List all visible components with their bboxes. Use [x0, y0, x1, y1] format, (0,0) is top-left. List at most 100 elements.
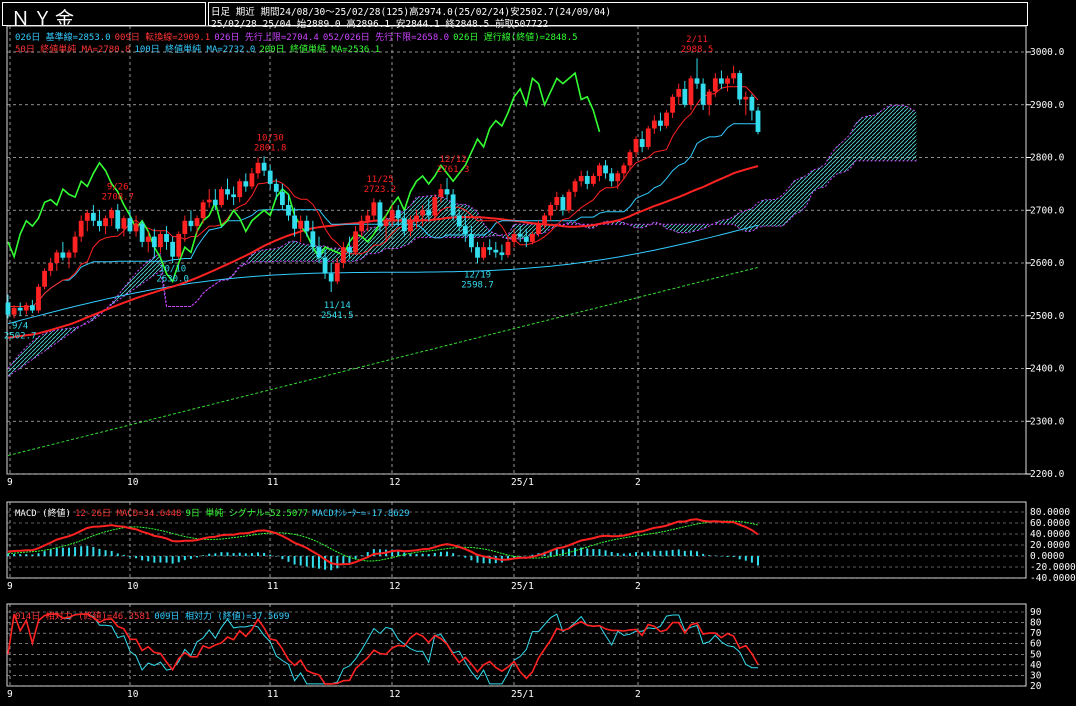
rsi14-line — [7, 613, 759, 685]
candle-body — [109, 210, 115, 219]
macd-tick-label: 80.0000 — [1030, 507, 1070, 518]
candle-body — [536, 223, 541, 234]
annotation-value: 2708.7 — [101, 193, 134, 203]
candle-body — [548, 204, 554, 216]
candle-body — [682, 88, 688, 105]
x-tick-label: 2 — [635, 689, 641, 700]
candle-body — [212, 199, 218, 205]
candle-body — [487, 247, 493, 250]
y-tick-label: 2500.0 — [1030, 311, 1065, 322]
candle-body — [255, 162, 261, 174]
candle-body — [719, 78, 724, 84]
candle-body — [188, 220, 194, 227]
candle-body — [304, 220, 310, 232]
y-tick-label: 2800.0 — [1030, 153, 1065, 164]
macd-tick-label: 60.0000 — [1030, 518, 1070, 529]
candle-body — [499, 252, 505, 256]
y-tick-label: 2300.0 — [1030, 416, 1065, 427]
candle-body — [36, 286, 41, 311]
x-tick-label: 10 — [127, 477, 139, 488]
rsi9-line — [7, 613, 759, 685]
candle-body — [158, 233, 163, 248]
rsi-tick-label: 60 — [1030, 639, 1042, 650]
candle-body — [371, 202, 377, 216]
candle-body — [749, 96, 755, 111]
annotation-value: 2598.7 — [461, 281, 494, 291]
candle-body — [590, 175, 596, 184]
candle-body — [670, 96, 676, 113]
candle-body — [139, 223, 145, 242]
candle-body — [17, 307, 23, 311]
y-tick-label: 2700.0 — [1030, 205, 1065, 216]
candle-body — [694, 78, 700, 84]
rsi-tick-label: 50 — [1030, 649, 1042, 660]
macd-tick-label: 0.0000 — [1030, 551, 1065, 562]
candle-body — [676, 88, 682, 97]
x-tick-label: 2 — [635, 477, 641, 488]
candle-body — [554, 197, 560, 205]
candle-body — [664, 112, 669, 126]
annotation-value: 2761.3 — [437, 165, 470, 175]
annotation-date: 12/19 — [464, 271, 491, 281]
candle-body — [609, 173, 615, 182]
candle-body — [54, 252, 60, 263]
candle-body — [164, 233, 169, 242]
annotation-value: 2988.5 — [681, 45, 714, 55]
macd-line — [7, 518, 759, 566]
kijun-line — [8, 123, 758, 307]
candle-body — [11, 307, 17, 315]
x-tick-label: 10 — [127, 689, 139, 700]
annotation-date: 11/14 — [324, 301, 351, 311]
y-tick-label: 3000.0 — [1030, 47, 1065, 58]
x-tick-label: 25/1 — [511, 477, 534, 488]
candle-body — [462, 226, 468, 234]
candle-body — [115, 210, 121, 229]
candle-body — [578, 175, 584, 182]
candle-body — [133, 223, 139, 232]
candle-body — [444, 189, 450, 195]
candle-body — [706, 91, 712, 105]
candle-body — [121, 218, 127, 229]
annotation-date: 12/12 — [440, 155, 467, 165]
candle-body — [712, 78, 718, 92]
candle-body — [127, 218, 133, 232]
candle-body — [688, 78, 694, 105]
candle-body — [639, 139, 645, 147]
candle-body — [517, 233, 523, 237]
candle-body — [279, 191, 285, 205]
rsi-tick-label: 40 — [1030, 660, 1042, 671]
candle-body — [389, 210, 395, 221]
y-tick-label: 2600.0 — [1030, 258, 1065, 269]
y-tick-label: 2400.0 — [1030, 364, 1065, 375]
candle-body — [267, 170, 273, 184]
candle-body — [292, 215, 297, 229]
candle-body — [523, 236, 529, 242]
candle-body — [273, 183, 279, 192]
annotation-date: 10/10 — [159, 265, 186, 275]
candle-body — [170, 241, 176, 257]
macd-tick-label: -40.0000 — [1030, 573, 1076, 584]
annotation-value: 2801.8 — [254, 144, 287, 154]
candle-body — [316, 247, 322, 258]
candle-body — [66, 252, 72, 258]
candle-body — [340, 247, 346, 263]
candle-body — [310, 231, 316, 248]
candle-body — [475, 247, 480, 258]
rsi-tick-label: 70 — [1030, 628, 1042, 639]
candle-body — [737, 73, 743, 100]
candle-body — [84, 212, 90, 221]
candle-body — [286, 204, 291, 216]
candle-body — [511, 233, 517, 242]
annotation-value: 2541.5 — [321, 311, 354, 321]
candle-body — [29, 305, 35, 311]
rsi-tick-label: 90 — [1030, 607, 1042, 618]
candle-body — [743, 96, 749, 100]
rsi-tick-label: 20 — [1030, 681, 1042, 692]
candle-body — [566, 191, 572, 211]
candle-body — [322, 257, 328, 274]
candle-body — [603, 165, 608, 174]
y-tick-label: 2900.0 — [1030, 100, 1065, 111]
x-tick-label: 12 — [389, 689, 400, 700]
candle-body — [206, 199, 212, 203]
annotation-date: 10/30 — [257, 134, 284, 144]
